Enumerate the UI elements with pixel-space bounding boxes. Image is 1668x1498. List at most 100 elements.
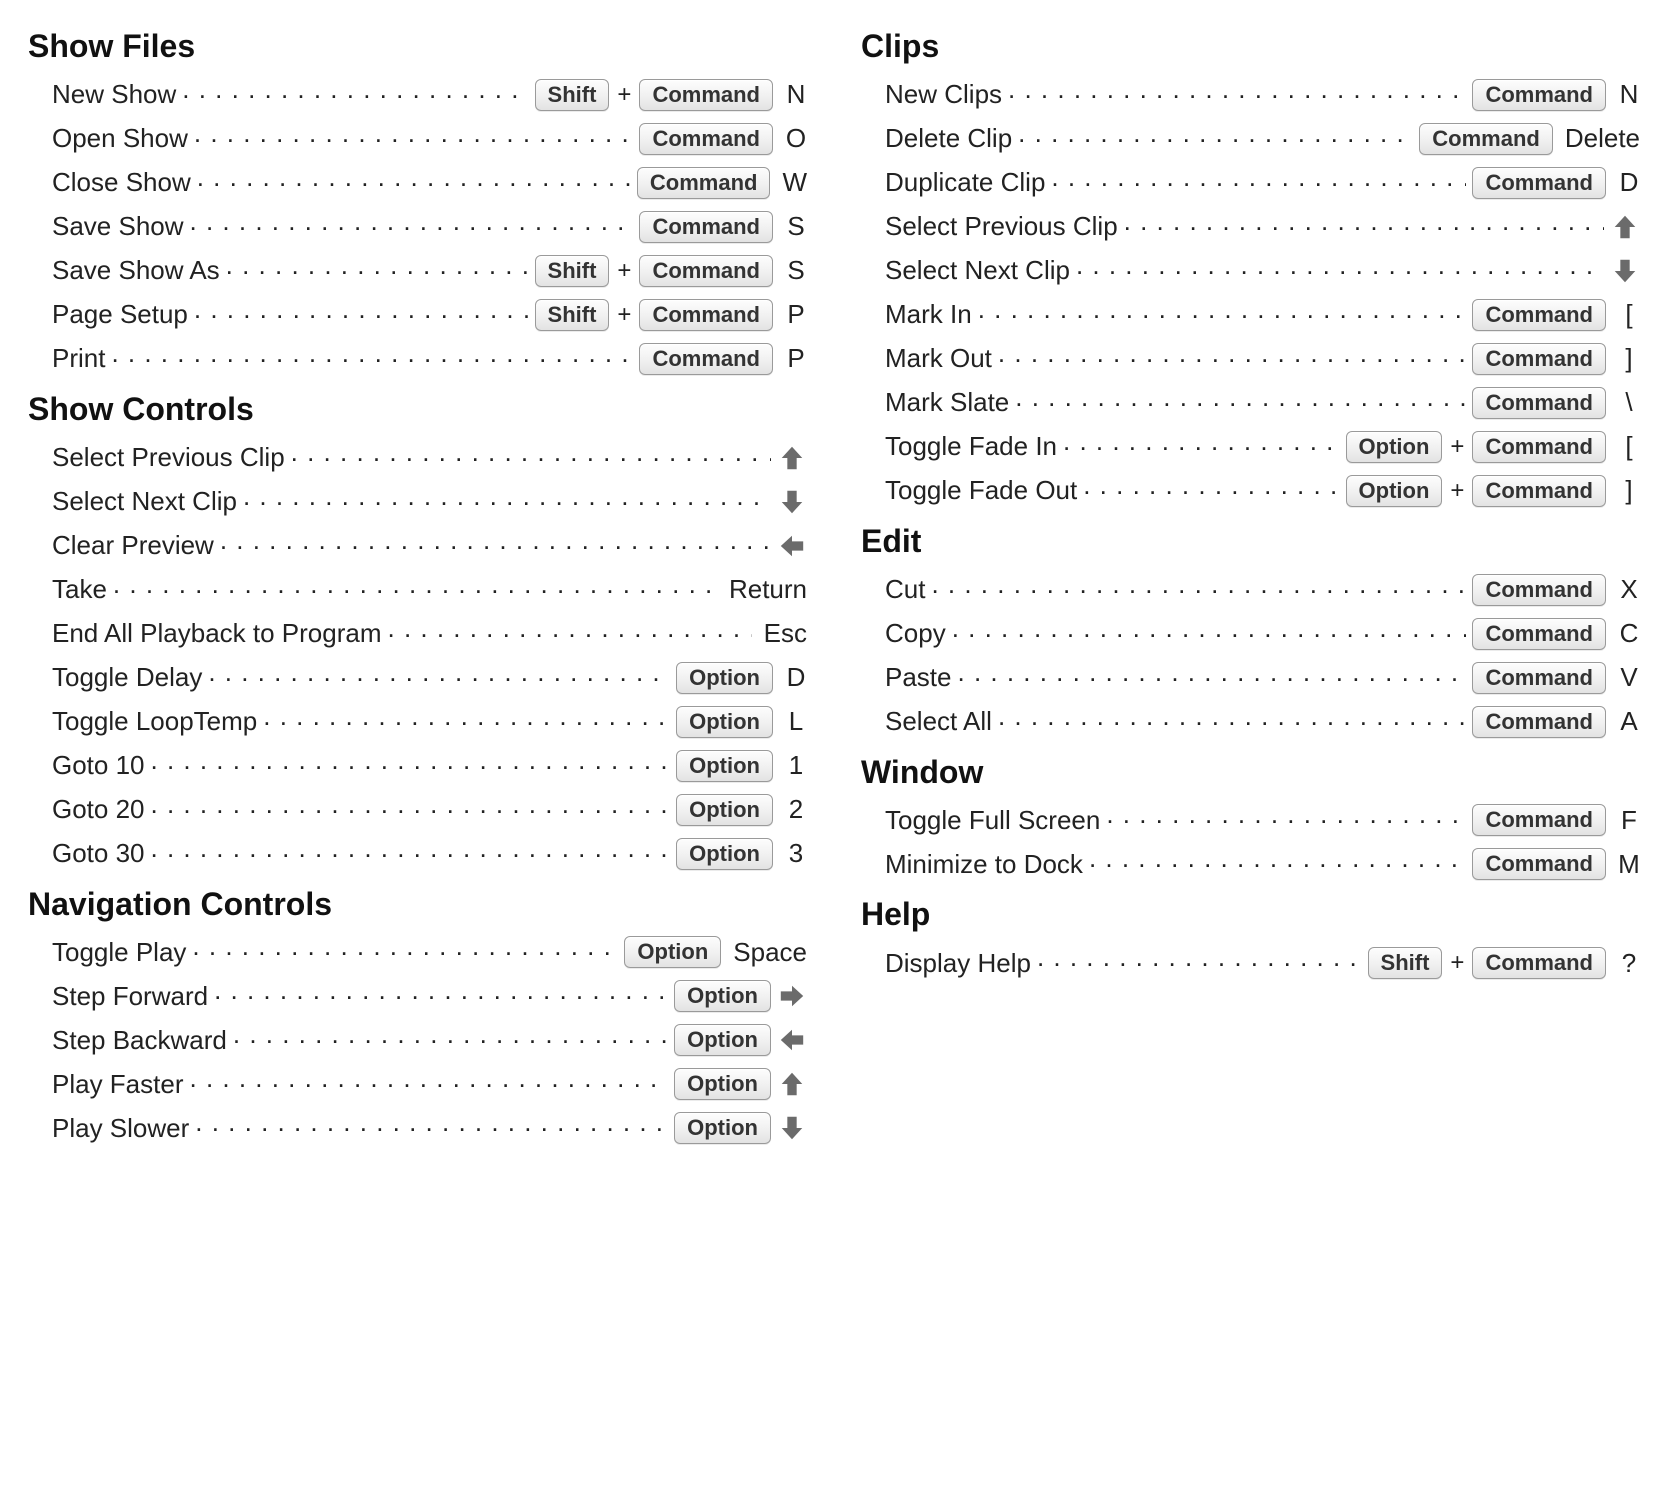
shortcut-row: Page SetupShift+CommandP xyxy=(28,293,807,337)
shortcut-label: Select Previous Clip xyxy=(52,442,285,473)
shortcut-row: Mark InCommand[ xyxy=(861,293,1640,337)
command-key: Command xyxy=(1472,79,1606,111)
leader-dots xyxy=(263,714,670,730)
shortcut-label: Select Previous Clip xyxy=(885,211,1118,242)
shortcut-final-key: V xyxy=(1612,662,1640,693)
command-key: Command xyxy=(1472,343,1606,375)
shortcut-keys xyxy=(777,487,807,517)
shortcut-label: Open Show xyxy=(52,123,188,154)
shortcut-label: Paste xyxy=(885,662,952,693)
column-right: ClipsNew ClipsCommandNDelete ClipCommand… xyxy=(861,18,1640,1150)
leader-dots xyxy=(208,670,670,686)
shortcut-label: Toggle Fade In xyxy=(885,431,1057,462)
shortcut-row: Toggle LoopTempOptionL xyxy=(28,700,807,744)
shortcut-label: Mark In xyxy=(885,299,972,330)
shortcut-keys: CommandA xyxy=(1472,706,1640,738)
leader-dots xyxy=(243,494,771,510)
shortcut-keys: OptionSpace xyxy=(624,936,807,968)
shortcut-final-key: ] xyxy=(1612,343,1640,374)
option-key: Option xyxy=(674,1068,771,1100)
shortcut-label: Toggle Full Screen xyxy=(885,805,1100,836)
shortcut-row: Clear Preview xyxy=(28,524,807,568)
plus-separator: + xyxy=(1448,477,1466,505)
leader-dots xyxy=(194,131,634,147)
arrow-up-icon xyxy=(777,443,807,473)
shortcut-keys: CommandM xyxy=(1472,848,1640,880)
section-title-help: Help xyxy=(861,896,1640,933)
option-key: Option xyxy=(674,1024,771,1056)
shortcut-final-key: 3 xyxy=(779,838,807,869)
leader-dots xyxy=(1037,955,1362,971)
section-title-navigation-controls: Navigation Controls xyxy=(28,886,807,923)
shortcut-label: Step Forward xyxy=(52,981,208,1012)
leader-dots xyxy=(931,582,1466,598)
arrow-left-icon xyxy=(777,1025,807,1055)
leader-dots xyxy=(958,670,1467,686)
shortcut-row: CutCommandX xyxy=(861,568,1640,612)
shortcut-final-key: Esc xyxy=(758,618,807,649)
command-key: Command xyxy=(1472,947,1606,979)
command-key: Command xyxy=(1472,475,1606,507)
shortcut-row: CopyCommandC xyxy=(861,612,1640,656)
shortcut-label: New Show xyxy=(52,79,176,110)
shortcut-keys: Command\ xyxy=(1472,387,1640,419)
shortcut-keys: CommandX xyxy=(1472,574,1640,606)
shortcut-final-key: S xyxy=(779,211,807,242)
shortcut-label: Clear Preview xyxy=(52,530,214,561)
shortcut-label: End All Playback to Program xyxy=(52,618,382,649)
shortcut-label: Toggle Fade Out xyxy=(885,475,1077,506)
leader-dots xyxy=(952,626,1467,642)
shortcut-final-key: \ xyxy=(1612,387,1640,418)
shortcut-row: Select AllCommandA xyxy=(861,700,1640,744)
shortcut-row: Save Show AsShift+CommandS xyxy=(28,249,807,293)
shortcut-final-key: X xyxy=(1612,574,1640,605)
shortcut-label: Goto 10 xyxy=(52,750,145,781)
arrow-down-icon xyxy=(1610,256,1640,286)
command-key: Command xyxy=(1472,574,1606,606)
section-title-show-files: Show Files xyxy=(28,28,807,65)
command-key: Command xyxy=(1472,387,1606,419)
shortcut-label: Take xyxy=(52,574,107,605)
shift-key: Shift xyxy=(535,79,610,111)
shortcut-keys: Command] xyxy=(1472,343,1640,375)
plus-separator: + xyxy=(615,301,633,329)
command-key: Command xyxy=(1472,299,1606,331)
shortcut-row: Display HelpShift+Command? xyxy=(861,941,1640,985)
leader-dots xyxy=(388,626,752,642)
command-key: Command xyxy=(1472,804,1606,836)
command-key: Command xyxy=(1472,662,1606,694)
leader-dots xyxy=(233,1032,668,1048)
shortcut-row: Mark OutCommand] xyxy=(861,337,1640,381)
shortcut-final-key: ? xyxy=(1612,948,1640,979)
command-key: Command xyxy=(1472,706,1606,738)
column-left: Show FilesNew ShowShift+CommandNOpen Sho… xyxy=(28,18,807,1150)
shortcut-label: Print xyxy=(52,343,105,374)
command-key: Command xyxy=(1472,431,1606,463)
shortcut-label: Display Help xyxy=(885,948,1031,979)
shortcut-keys: CommandW xyxy=(637,167,807,199)
leader-dots xyxy=(1018,131,1413,147)
shortcut-row: Play SlowerOption xyxy=(28,1106,807,1150)
shortcut-final-key: P xyxy=(779,343,807,374)
plus-separator: + xyxy=(1448,433,1466,461)
option-key: Option xyxy=(676,794,773,826)
shortcut-final-key: P xyxy=(779,299,807,330)
leader-dots xyxy=(220,538,771,554)
plus-separator: + xyxy=(615,257,633,285)
command-key: Command xyxy=(639,123,773,155)
shortcut-final-key: [ xyxy=(1612,431,1640,462)
arrow-right-icon xyxy=(777,981,807,1011)
shortcut-row: End All Playback to Program Esc xyxy=(28,612,807,656)
shortcut-final-key: Delete xyxy=(1559,123,1640,154)
leader-dots xyxy=(113,582,717,598)
section-title-clips: Clips xyxy=(861,28,1640,65)
option-key: Option xyxy=(676,838,773,870)
shortcut-final-key: L xyxy=(779,706,807,737)
shortcut-keys: Return xyxy=(723,574,807,605)
shortcut-row: Play FasterOption xyxy=(28,1062,807,1106)
shortcut-label: Toggle Delay xyxy=(52,662,202,693)
leader-dots xyxy=(1124,219,1604,235)
shortcut-keys: Shift+CommandP xyxy=(535,299,807,331)
section-title-edit: Edit xyxy=(861,523,1640,560)
leader-dots xyxy=(151,758,671,774)
